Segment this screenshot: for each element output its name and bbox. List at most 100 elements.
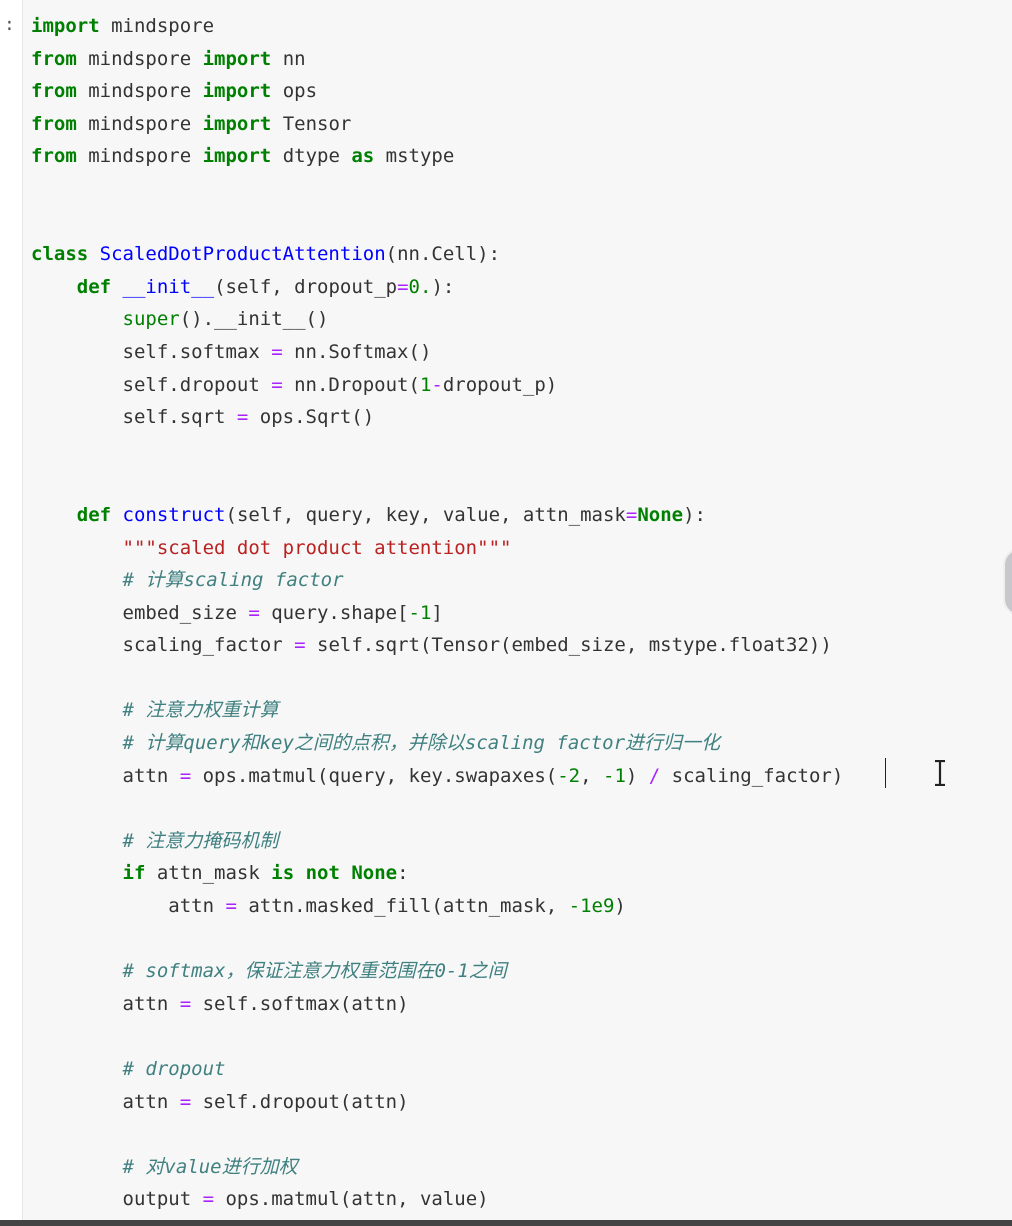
code-token: mindspore [76,145,203,168]
code-line[interactable] [31,1118,843,1151]
code-token: self.dropout [31,373,272,396]
code-token: query.shape[ [259,601,409,624]
code-token: scaling_factor [31,634,295,657]
code-token: dropout_p) [442,373,558,396]
code-token: = [397,275,409,298]
code-token: # 对value进行加权 [122,1155,298,1178]
code-line[interactable] [31,206,843,239]
code-token: nn.Softmax() [282,340,432,363]
code-token: import [202,112,272,135]
code-token: ScaledDotProductAttention [99,243,386,266]
code-token: # 计算query和key之间的点积，并除以scaling factor进行归一… [122,732,721,755]
code-line[interactable]: def construct(self, query, key, value, a… [31,499,843,532]
code-line[interactable]: scaling_factor = self.sqrt(Tensor(embed_… [31,629,843,662]
code-token: as [351,145,375,168]
code-token: import [202,80,272,103]
scroll-handle[interactable] [1003,548,1012,616]
code-token: """scaled dot product attention""" [122,536,512,559]
code-line[interactable] [31,1020,843,1053]
code-line[interactable]: class ScaledDotProductAttention(nn.Cell)… [31,238,843,271]
code-line[interactable]: from mindspore import nn [31,43,843,76]
code-token: ): [431,275,455,298]
code-line[interactable]: # softmax，保证注意力权重范围在0-1之间 [31,955,843,988]
code-token: Tensor [271,112,352,135]
code-line[interactable]: import mindspore [31,10,843,43]
code-token: None [351,862,398,885]
code-token: def [76,503,112,526]
code-token: nn.Dropout( [282,373,420,396]
code-line[interactable]: # dropout [31,1053,843,1086]
code-line[interactable] [31,434,843,467]
code-line[interactable]: from mindspore import ops [31,75,843,108]
code-token: # softmax，保证注意力权重范围在0-1之间 [122,960,507,983]
code-line[interactable]: # 对value进行加权 [31,1151,843,1184]
code-line[interactable] [31,466,843,499]
code-token: = [179,1090,192,1113]
code-token: from [31,47,77,70]
code-line[interactable]: super().__init__() [31,303,843,336]
code-line[interactable]: # 计算query和key之间的点积，并除以scaling factor进行归一… [31,727,843,760]
code-line[interactable]: attn = self.softmax(attn) [31,988,843,1021]
code-token: / [648,764,661,787]
code-token: mindspore [76,112,203,135]
code-token: ) [614,895,626,918]
code-token: nn [271,47,306,70]
code-line[interactable]: # 注意力权重计算 [31,694,843,727]
code-token: ops [271,80,318,103]
code-token: = [179,764,192,787]
code-token: # 注意力权重计算 [122,699,279,722]
code-token: self.sqrt(Tensor(embed_size, mstype.floa… [305,634,832,657]
code-token: output [31,1188,203,1211]
text-cursor [885,758,886,788]
code-line[interactable]: def __init__(self, dropout_p=0.): [31,271,843,304]
code-line[interactable]: self.dropout = nn.Dropout(1-dropout_p) [31,369,843,402]
code-token: def [76,275,112,298]
code-line[interactable]: from mindspore import dtype as mstype [31,140,843,173]
code-token: is not [271,862,340,885]
code-token: , [580,764,603,787]
code-line[interactable]: self.softmax = nn.Softmax() [31,336,843,369]
ibeam-cursor-icon [935,760,945,786]
code-token: dtype [271,145,352,168]
code-token: import [31,15,100,37]
code-token: self.softmax(attn) [191,992,409,1015]
code-line[interactable] [31,173,843,206]
code-token: (self, query, key, value, attn_mask [225,503,626,526]
code-token: embed_size [31,601,249,624]
code-line[interactable]: if attn_mask is not None: [31,857,843,890]
code-line[interactable]: """scaled dot product attention""" [31,532,843,565]
code-line[interactable] [31,923,843,956]
code-line[interactable]: attn = self.dropout(attn) [31,1086,843,1119]
code-token: construct [122,503,226,526]
code-token: import [202,47,272,70]
code-cell[interactable]: import mindspore from mindspore import nn… [22,0,1012,1220]
code-token: None [637,503,684,526]
code-line[interactable] [31,662,843,695]
code-token: (nn.Cell): [385,243,501,266]
code-line[interactable]: attn = ops.matmul(query, key.swapaxes(-2… [31,760,844,793]
code-token: # 计算scaling factor [122,569,344,592]
code-line[interactable]: self.sqrt = ops.Sqrt() [31,401,843,434]
code-editor[interactable]: import mindspore from mindspore import nn… [31,10,843,1216]
code-line[interactable]: embed_size = query.shape[-1] [31,597,843,630]
code-line[interactable]: from mindspore import Tensor [31,108,843,141]
code-line[interactable]: attn = attn.masked_fill(attn_mask, -1e9) [31,890,843,923]
code-token: mindspore [76,47,203,70]
code-line[interactable]: # 计算scaling factor [31,564,843,597]
code-line[interactable]: output = ops.matmul(attn, value) [31,1183,843,1216]
code-token: = [179,992,192,1015]
code-token: -1 [408,601,432,624]
code-line[interactable]: # 注意力掩码机制 [31,825,843,858]
code-token: # dropout [122,1058,226,1080]
code-token: ops.Sqrt() [248,406,375,429]
code-token: from [31,145,77,168]
code-line[interactable] [31,792,843,825]
